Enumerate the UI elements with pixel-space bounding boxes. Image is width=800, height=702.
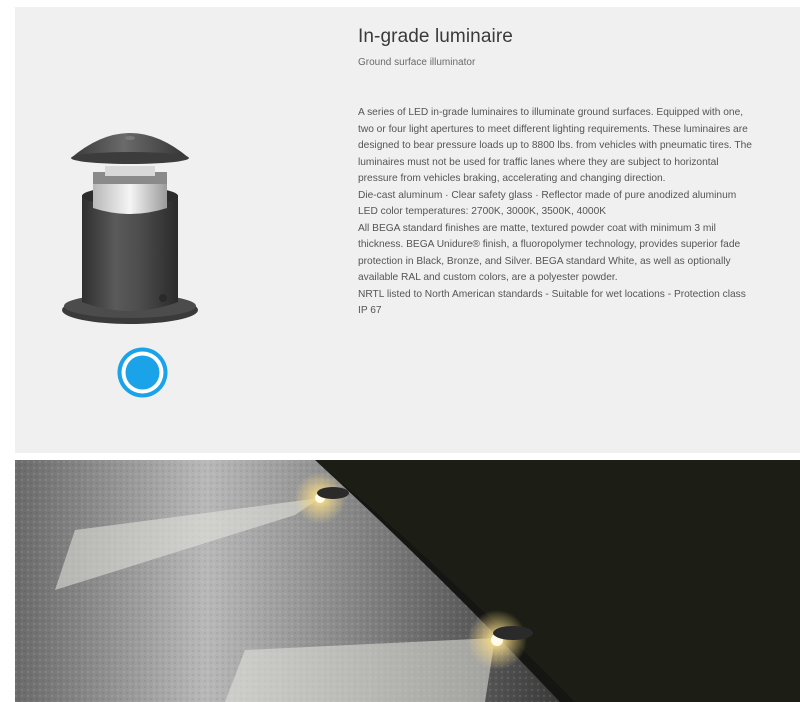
product-info: In-grade luminaire Ground surface illumi… — [358, 26, 758, 320]
description-paragraph: All BEGA standard finishes are matte, te… — [358, 222, 741, 284]
description-paragraph: A series of LED in-grade luminaires to i… — [358, 107, 752, 184]
description-paragraph: Die-cast aluminum · Clear safety glass ·… — [358, 189, 737, 201]
product-subtitle: Ground surface illuminator — [358, 57, 476, 68]
product-title: In-grade luminaire — [358, 26, 513, 47]
luminaire-product-image — [55, 130, 205, 330]
hotspot-dot-icon[interactable] — [115, 345, 170, 400]
description-paragraph: LED color temperatures: 2700K, 3000K, 35… — [358, 206, 607, 217]
description-paragraph: NRTL listed to North American standards … — [358, 288, 746, 317]
product-description: A series of LED in-grade luminaires to i… — [358, 105, 758, 320]
night-installation-photo — [15, 460, 800, 702]
